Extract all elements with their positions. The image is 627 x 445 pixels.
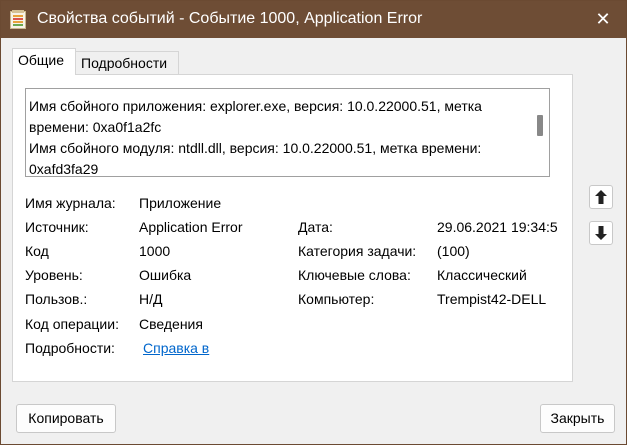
more-info-label: Подробности: <box>25 340 115 356</box>
title-bar: Свойства событий - Событие 1000, Applica… <box>1 1 626 38</box>
event-viewer-icon <box>10 10 26 29</box>
log-name-value: Приложение <box>139 195 222 211</box>
level-value: Ошибка <box>139 267 192 283</box>
computer-label: Компьютер: <box>298 291 375 307</box>
date-value: 29.06.2021 19:34:5 <box>437 219 558 235</box>
tab-details-label: Подробности <box>81 55 168 71</box>
description-scrollbar-thumb[interactable] <box>537 115 543 136</box>
description-line: 0xafd3fa29 <box>29 161 99 177</box>
source-value: Application Error <box>139 219 243 235</box>
keywords-value: Классический <box>437 267 527 283</box>
event-description-box[interactable]: Имя сбойного приложения: explorer.exe, в… <box>25 88 550 177</box>
level-label: Уровень: <box>25 267 83 283</box>
close-button[interactable]: Закрыть <box>540 404 615 433</box>
close-button-label: Закрыть <box>550 410 605 426</box>
copy-button-label: Копировать <box>28 410 104 426</box>
task-category-value: (100) <box>437 243 470 259</box>
event-properties-window: Свойства событий - Событие 1000, Applica… <box>0 0 627 445</box>
next-event-button[interactable] <box>589 221 613 245</box>
window-title: Свойства событий - Событие 1000, Applica… <box>37 10 423 27</box>
event-description-text: Имя сбойного приложения: explorer.exe, в… <box>29 96 524 177</box>
keywords-label: Ключевые слова: <box>298 267 411 283</box>
log-name-label: Имя журнала: <box>25 195 116 211</box>
tab-general[interactable]: Общие <box>12 48 76 75</box>
date-label: Дата: <box>298 219 333 235</box>
tab-details[interactable]: Подробности <box>76 51 179 75</box>
arrow-up-icon <box>595 190 607 204</box>
event-id-value: 1000 <box>139 243 171 259</box>
more-info-link[interactable]: Справка в <box>143 340 209 356</box>
task-category-label: Категория задачи: <box>298 243 417 259</box>
close-window-button[interactable]: ✕ <box>580 1 626 38</box>
user-label: Пользов.: <box>25 291 88 307</box>
opcode-value: Сведения <box>139 316 203 332</box>
opcode-label: Код операции: <box>25 316 119 332</box>
user-value: Н/Д <box>139 291 163 307</box>
tab-general-label: Общие <box>18 52 65 68</box>
source-label: Источник: <box>25 219 89 235</box>
previous-event-button[interactable] <box>589 185 613 209</box>
event-id-label: Код <box>25 243 49 259</box>
computer-value: Trempist42-DELL <box>437 291 547 307</box>
close-icon: ✕ <box>595 9 611 29</box>
description-line: Имя сбойного приложения: explorer.exe, в… <box>29 98 482 114</box>
copy-button[interactable]: Копировать <box>16 404 116 433</box>
description-line: Имя сбойного модуля: ntdll.dll, версия: … <box>29 140 482 156</box>
arrow-down-icon <box>595 226 607 240</box>
description-line: времени: 0xa0f1a2fc <box>29 119 162 135</box>
